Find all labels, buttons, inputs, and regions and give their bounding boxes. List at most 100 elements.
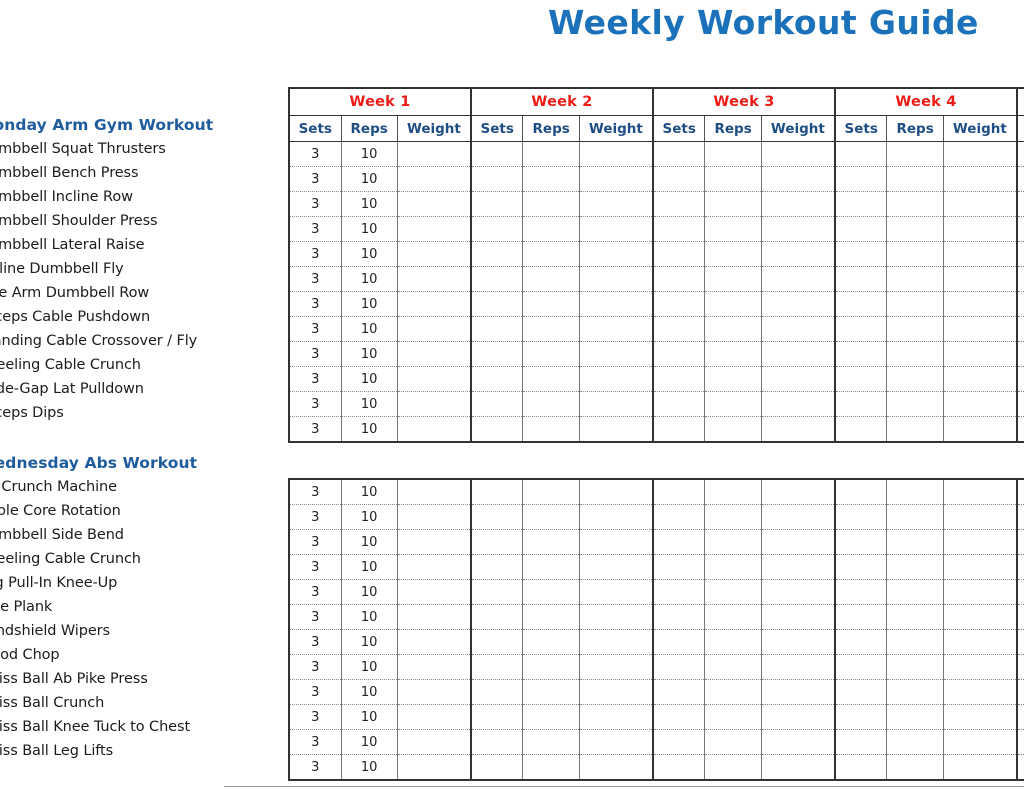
cell-sets[interactable] — [833, 478, 887, 505]
cell-sets[interactable] — [651, 604, 705, 630]
cell-reps[interactable] — [704, 216, 762, 242]
cell-reps[interactable] — [704, 391, 762, 417]
cell-weight[interactable] — [578, 241, 653, 267]
cell-weight[interactable] — [760, 754, 835, 781]
cell-reps[interactable] — [522, 754, 580, 781]
cell-reps[interactable]: 10 — [340, 241, 398, 267]
cell-sets[interactable] — [469, 216, 523, 242]
cell-sets[interactable] — [1015, 191, 1024, 217]
cell-sets[interactable] — [469, 704, 523, 730]
cell-weight[interactable] — [942, 478, 1017, 505]
cell-weight[interactable] — [760, 604, 835, 630]
cell-reps[interactable]: 10 — [340, 416, 398, 443]
cell-reps[interactable] — [704, 504, 762, 530]
cell-sets[interactable] — [833, 191, 887, 217]
cell-sets[interactable] — [833, 366, 887, 392]
cell-weight[interactable] — [578, 266, 653, 292]
cell-weight[interactable] — [760, 266, 835, 292]
cell-reps[interactable]: 10 — [340, 316, 398, 342]
cell-reps[interactable] — [522, 654, 580, 680]
cell-reps[interactable]: 10 — [340, 391, 398, 417]
cell-reps[interactable] — [886, 729, 944, 755]
cell-sets[interactable] — [1015, 366, 1024, 392]
cell-reps[interactable] — [886, 629, 944, 655]
cell-sets[interactable]: 3 — [288, 654, 341, 680]
cell-weight[interactable] — [396, 629, 471, 655]
cell-reps[interactable] — [886, 604, 944, 630]
cell-reps[interactable] — [704, 316, 762, 342]
cell-sets[interactable] — [469, 391, 523, 417]
cell-reps[interactable] — [886, 679, 944, 705]
cell-weight[interactable] — [578, 141, 653, 167]
cell-sets[interactable] — [651, 191, 705, 217]
cell-weight[interactable] — [760, 416, 835, 443]
cell-weight[interactable] — [578, 504, 653, 530]
cell-reps[interactable] — [522, 241, 580, 267]
cell-sets[interactable]: 3 — [288, 554, 341, 580]
cell-reps[interactable] — [522, 554, 580, 580]
cell-sets[interactable]: 3 — [288, 754, 341, 781]
cell-weight[interactable] — [942, 504, 1017, 530]
cell-reps[interactable] — [522, 579, 580, 605]
cell-reps[interactable] — [704, 679, 762, 705]
cell-sets[interactable] — [1015, 604, 1024, 630]
cell-weight[interactable] — [942, 754, 1017, 781]
cell-weight[interactable] — [396, 266, 471, 292]
cell-weight[interactable] — [760, 341, 835, 367]
cell-reps[interactable]: 10 — [340, 579, 398, 605]
cell-sets[interactable] — [1015, 341, 1024, 367]
cell-reps[interactable]: 10 — [340, 266, 398, 292]
cell-reps[interactable]: 10 — [340, 478, 398, 505]
cell-reps[interactable] — [704, 654, 762, 680]
cell-reps[interactable] — [704, 529, 762, 555]
cell-sets[interactable] — [1015, 629, 1024, 655]
cell-sets[interactable]: 3 — [288, 729, 341, 755]
cell-sets[interactable] — [833, 216, 887, 242]
cell-reps[interactable]: 10 — [340, 604, 398, 630]
cell-reps[interactable]: 10 — [340, 504, 398, 530]
cell-weight[interactable] — [578, 729, 653, 755]
cell-sets[interactable] — [469, 504, 523, 530]
cell-weight[interactable] — [396, 241, 471, 267]
cell-weight[interactable] — [578, 704, 653, 730]
cell-reps[interactable] — [886, 366, 944, 392]
cell-weight[interactable] — [578, 166, 653, 192]
cell-weight[interactable] — [942, 579, 1017, 605]
cell-sets[interactable] — [833, 754, 887, 781]
cell-weight[interactable] — [396, 679, 471, 705]
cell-reps[interactable] — [704, 629, 762, 655]
cell-weight[interactable] — [942, 679, 1017, 705]
cell-weight[interactable] — [942, 604, 1017, 630]
cell-weight[interactable] — [578, 316, 653, 342]
cell-weight[interactable] — [942, 291, 1017, 317]
cell-sets[interactable] — [469, 554, 523, 580]
cell-sets[interactable] — [1015, 729, 1024, 755]
cell-reps[interactable] — [704, 729, 762, 755]
cell-sets[interactable] — [833, 416, 887, 443]
cell-weight[interactable] — [578, 604, 653, 630]
cell-sets[interactable] — [469, 754, 523, 781]
cell-weight[interactable] — [396, 654, 471, 680]
cell-sets[interactable] — [651, 216, 705, 242]
cell-sets[interactable] — [1015, 391, 1024, 417]
cell-weight[interactable] — [760, 391, 835, 417]
cell-sets[interactable] — [833, 291, 887, 317]
cell-sets[interactable] — [469, 241, 523, 267]
cell-sets[interactable]: 3 — [288, 579, 341, 605]
cell-sets[interactable] — [1015, 478, 1024, 505]
cell-sets[interactable] — [833, 654, 887, 680]
cell-sets[interactable] — [1015, 266, 1024, 292]
cell-weight[interactable] — [396, 166, 471, 192]
cell-reps[interactable] — [522, 341, 580, 367]
cell-weight[interactable] — [760, 654, 835, 680]
cell-sets[interactable] — [651, 529, 705, 555]
cell-reps[interactable] — [522, 391, 580, 417]
cell-weight[interactable] — [760, 729, 835, 755]
cell-reps[interactable] — [522, 629, 580, 655]
cell-sets[interactable] — [469, 529, 523, 555]
cell-reps[interactable]: 10 — [340, 654, 398, 680]
cell-sets[interactable] — [1015, 529, 1024, 555]
cell-weight[interactable] — [942, 216, 1017, 242]
cell-reps[interactable] — [704, 141, 762, 167]
cell-reps[interactable] — [704, 704, 762, 730]
